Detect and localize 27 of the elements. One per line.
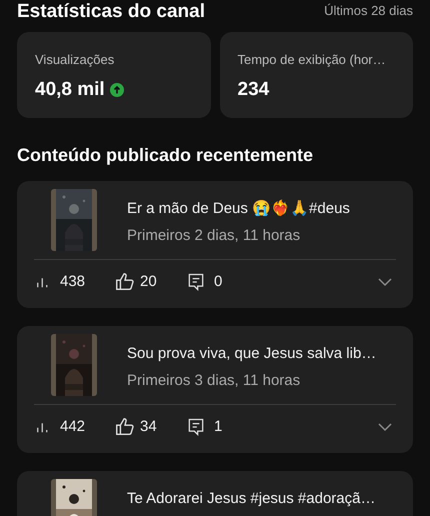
video-age: Primeiros 3 dias, 11 horas: [127, 370, 302, 390]
comment-count: 1: [214, 416, 222, 437]
video-age: Primeiros 2 dias, 11 horas: [127, 226, 302, 246]
view-count: 442: [60, 416, 86, 437]
comment-count: 0: [214, 272, 222, 292]
video-title[interactable]: Te Adorarei Jesus #jesus #adoraçã…: [127, 488, 376, 510]
stat-label: Visualizações: [35, 51, 116, 69]
like-count: 20: [140, 272, 157, 292]
video-title[interactable]: Er a mão de Deus 😭❤‍🔥🙏#deus: [127, 198, 350, 220]
comment-icon: [186, 272, 206, 292]
section-title: Conteúdo publicado recentemente: [17, 144, 314, 167]
video-card[interactable]: Er a mão de Deus 😭❤‍🔥🙏#deus Primeiros 2 dias, 11 horas 438 20 0: [17, 181, 413, 308]
comment-icon: [186, 417, 206, 437]
period-label: Últimos 28 dias: [324, 2, 413, 20]
video-title[interactable]: Sou prova viva, que Jesus salva lib…: [127, 343, 376, 366]
stat-value: 234: [238, 78, 270, 102]
view-count: 438: [60, 272, 86, 292]
stat-card[interactable]: Tempo de exibição (hor… 234: [220, 32, 413, 118]
video-card[interactable]: Sou prova viva, que Jesus salva lib… Primeiros 3 dias, 11 horas 442 34 1: [17, 326, 413, 453]
stat-value: 40,8 mil: [35, 78, 105, 102]
thumbs-up-icon: [114, 416, 136, 438]
video-card[interactable]: Te Adorarei Jesus #jesus #adoraçã…: [17, 471, 413, 516]
stat-label: Tempo de exibição (hor…: [238, 51, 387, 69]
stat-card[interactable]: Visualizações 40,8 mil: [17, 32, 210, 118]
section-title: Estatísticas do canal: [17, 2, 205, 20]
thumbs-up-icon: [114, 271, 136, 293]
like-count: 34: [140, 416, 157, 437]
